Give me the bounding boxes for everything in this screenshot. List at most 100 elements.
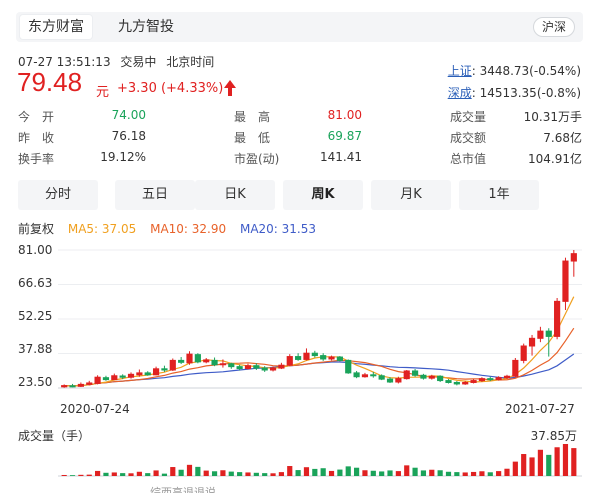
period-button-5day[interactable]: 五日: [115, 180, 195, 210]
candle-body: [102, 377, 110, 381]
volume-bar: [370, 470, 376, 476]
volume-bar: [562, 444, 569, 476]
candle-body: [386, 378, 394, 383]
ma20-line: [64, 353, 575, 387]
candle: [520, 343, 527, 364]
candle-body: [94, 376, 101, 384]
period-selector: 分时 五日 日K 周K 月K 1年: [18, 180, 582, 210]
volume-bar: [437, 470, 443, 476]
candle-body: [286, 356, 293, 366]
index-name[interactable]: 深成: [448, 86, 472, 100]
candle-body: [462, 381, 469, 385]
ma10-value: MA10: 32.90: [150, 222, 227, 236]
adjust-mode-label[interactable]: 前复权: [18, 222, 54, 236]
volume-bar: [354, 467, 360, 476]
volume-bar: [61, 474, 67, 476]
period-button-1year[interactable]: 1年: [459, 180, 539, 210]
candle: [545, 328, 552, 357]
candle: [303, 348, 310, 361]
candle: [144, 371, 151, 376]
candle: [102, 375, 110, 381]
candle-body: [161, 368, 168, 371]
volume-bar: [571, 448, 577, 476]
candle-body: [353, 372, 360, 378]
volume-bar: [554, 447, 560, 476]
candle-body: [554, 300, 561, 337]
volume-bar: [312, 468, 318, 476]
candle-body: [445, 380, 452, 383]
candle-body: [512, 359, 519, 377]
candle-body: [169, 359, 176, 371]
stat-value: 104.91亿: [528, 152, 582, 166]
volume-bar: [529, 457, 535, 476]
volume-chart[interactable]: [0, 440, 599, 480]
candle-body: [570, 253, 577, 262]
candle-body: [545, 330, 552, 337]
candle: [286, 354, 293, 367]
candle-body: [503, 375, 511, 379]
volume-bar: [186, 464, 193, 476]
candle-body: [86, 382, 93, 385]
stat-value: 19.12%: [100, 150, 146, 164]
footer-note: 综西高退退说: [150, 486, 216, 493]
period-button-intraday[interactable]: 分时: [18, 180, 98, 210]
volume-bar: [86, 474, 92, 476]
candle-body: [320, 355, 327, 360]
index-shanghai[interactable]: 上证: 3448.73(-0.54%): [448, 62, 581, 79]
volume-bar: [470, 471, 477, 476]
stat-value: 76.18: [111, 129, 146, 143]
candle: [361, 372, 369, 378]
volume-bar: [161, 473, 168, 476]
tab-eastmoney[interactable]: 东方财富: [20, 15, 92, 39]
stats-row: 换手率 19.12% 市盈(动) 141.41 总市值 104.91亿: [18, 150, 582, 171]
volume-bar: [512, 461, 518, 476]
volume-bar: [195, 466, 201, 476]
ma5-value: MA5: 37.05: [67, 222, 137, 236]
candle: [453, 381, 460, 386]
period-button-monthly[interactable]: 月K: [371, 180, 451, 210]
candle-body: [269, 367, 277, 371]
volume-bar: [203, 470, 209, 476]
volume-bar: [287, 466, 293, 476]
stat-value: 7.68亿: [543, 131, 582, 145]
volume-bar: [387, 470, 393, 476]
candle-body: [253, 365, 260, 369]
candle: [86, 380, 93, 386]
index-shenzhen[interactable]: 深成: 14513.35(-0.8%): [448, 84, 581, 101]
candle-body: [228, 363, 235, 368]
candle: [420, 373, 427, 380]
candle: [295, 353, 302, 361]
stat-label: 昨 收: [18, 131, 55, 145]
market-toggle-button[interactable]: 沪深: [532, 17, 575, 37]
candle-body: [152, 368, 160, 376]
candlestick-chart[interactable]: [0, 240, 599, 400]
candle: [512, 358, 519, 378]
volume-bar: [270, 473, 276, 476]
candle: [111, 373, 118, 381]
candle: [244, 363, 252, 370]
x-tick-label-start: 2020-07-24: [60, 402, 130, 416]
candle: [211, 357, 218, 367]
volume-bar: [211, 471, 218, 476]
candle-body: [562, 260, 569, 302]
stat-value: 69.87: [327, 129, 362, 143]
volume-bar: [328, 470, 335, 476]
candle: [152, 366, 160, 376]
stat-label: 换手率: [18, 152, 55, 166]
trading-status: 交易中: [120, 55, 157, 69]
volume-bar: [136, 471, 142, 476]
stat-label: 最 低: [234, 131, 271, 145]
volume-bar: [429, 469, 435, 476]
period-button-weekly[interactable]: 周K: [283, 180, 363, 210]
candle-body: [428, 375, 435, 379]
candle: [445, 379, 452, 384]
volume-bar: [345, 466, 351, 476]
index-name[interactable]: 上证: [448, 64, 472, 78]
period-button-daily[interactable]: 日K: [195, 180, 275, 210]
candle-body: [336, 356, 343, 361]
volume-bar: [111, 472, 117, 476]
volume-bar: [404, 465, 410, 476]
candle: [278, 362, 285, 370]
tab-jiufang[interactable]: 九方智投: [110, 12, 182, 42]
stat-value: 10.31万手: [523, 110, 582, 124]
